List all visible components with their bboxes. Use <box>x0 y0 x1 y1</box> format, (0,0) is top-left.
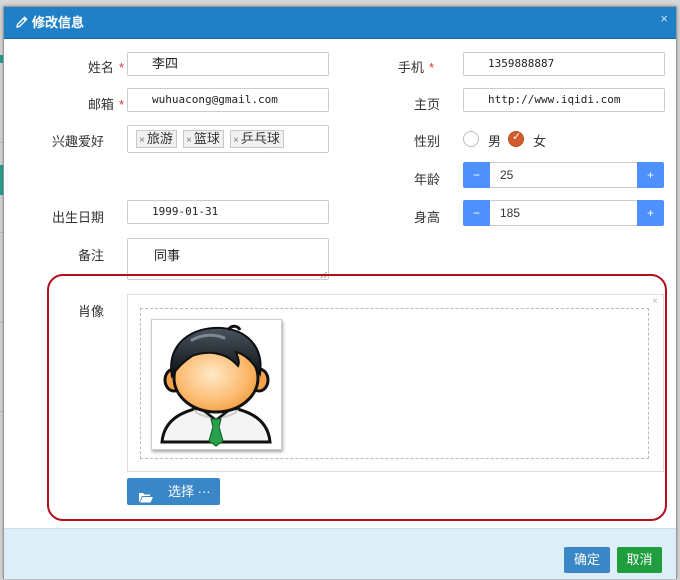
homepage-label: 主页 <box>413 97 440 112</box>
note-label: 备注 <box>77 248 104 263</box>
dialog-footer: 确定 取消 <box>4 528 676 579</box>
required-mark: * <box>118 97 124 112</box>
remove-tag-icon: × <box>139 135 145 146</box>
gender-radio-female[interactable]: ✓ <box>508 131 524 147</box>
email-input[interactable]: wuhuacong@gmail.com <box>127 88 329 112</box>
height-decrement-button[interactable]: − <box>463 200 490 226</box>
edit-info-dialog: 修改信息 × 姓名 * 李四 邮箱 * wuhuacong@gmail.com 兴趣… <box>3 6 677 579</box>
name-input[interactable]: 李四 <box>127 52 329 76</box>
cancel-button[interactable]: 取消 <box>617 547 662 573</box>
height-increment-button[interactable]: + <box>637 200 664 226</box>
age-decrement-button[interactable]: − <box>463 162 490 188</box>
height-input[interactable]: 185 <box>490 200 637 226</box>
email-label: 邮箱 * <box>87 97 124 112</box>
gender-label: 性别 <box>413 134 440 149</box>
age-increment-button[interactable]: + <box>637 162 664 188</box>
required-mark: * <box>118 60 124 75</box>
height-label: 身高 <box>413 210 440 225</box>
homepage-input[interactable]: http://www.iqidi.com <box>463 88 665 112</box>
birthday-input[interactable]: 1999-01-31 <box>127 200 329 224</box>
hobbies-tag-input[interactable]: × 旅游 × 篮球 × 乒乓球 <box>127 125 329 153</box>
dialog-title-text: 修改信息 <box>32 15 85 30</box>
gender-radio-male[interactable] <box>463 131 479 147</box>
hobbies-label: 兴趣爱好 <box>51 134 104 149</box>
age-input[interactable]: 25 <box>490 162 637 188</box>
hobby-tag[interactable]: × 旅游 <box>136 130 177 148</box>
age-label: 年龄 <box>413 172 440 187</box>
hobby-tag[interactable]: × 篮球 <box>183 130 224 148</box>
photo-section-highlight <box>47 274 667 521</box>
birthday-label: 出生日期 <box>51 210 104 225</box>
dialog-title: 修改信息 <box>16 7 84 38</box>
remove-tag-icon: × <box>186 135 192 146</box>
required-mark: * <box>428 60 434 75</box>
hobby-tag[interactable]: × 乒乓球 <box>230 130 284 148</box>
ok-button[interactable]: 确定 <box>564 547 610 573</box>
remove-tag-icon: × <box>233 135 239 146</box>
gender-option-female[interactable]: 女 <box>533 131 546 150</box>
name-label: 姓名 * <box>87 60 124 75</box>
dialog-header[interactable]: 修改信息 × <box>4 7 676 39</box>
note-text: 同事 <box>154 248 181 263</box>
pencil-icon <box>16 8 28 39</box>
gender-option-male[interactable]: 男 <box>488 131 501 150</box>
check-icon: ✓ <box>512 131 522 143</box>
close-icon[interactable]: × <box>660 11 668 26</box>
phone-input[interactable]: 1359888887 <box>463 52 665 76</box>
phone-label: 手机 * <box>397 60 434 75</box>
